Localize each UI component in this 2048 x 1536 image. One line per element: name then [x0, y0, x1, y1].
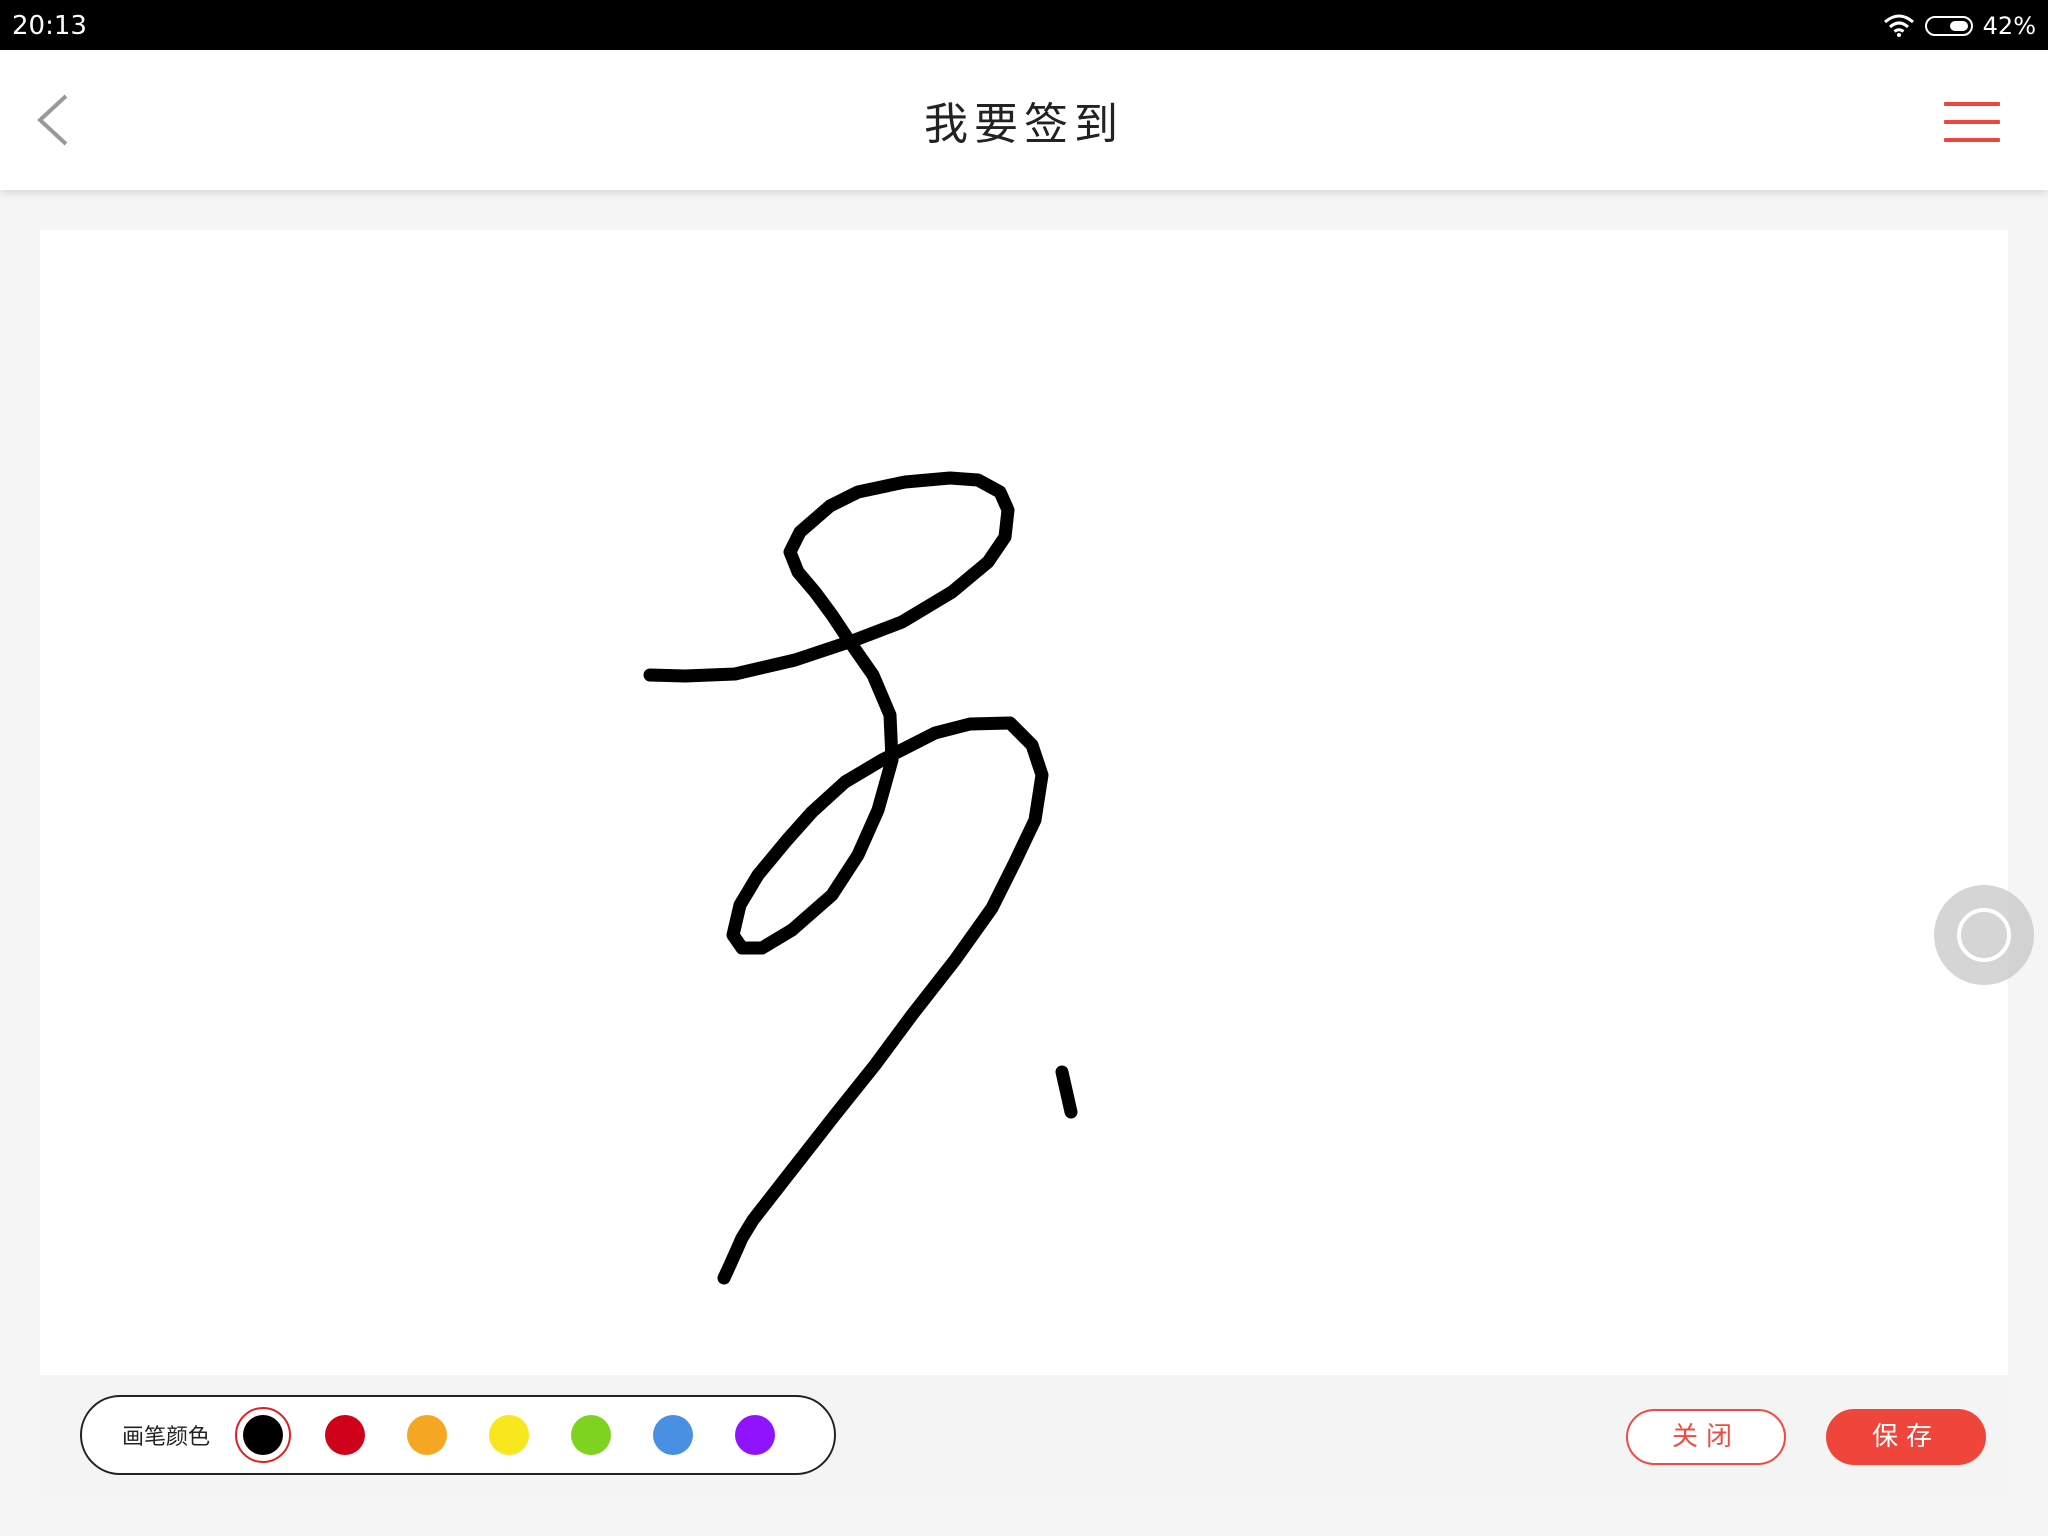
signature-stroke	[643, 471, 1078, 1285]
color-swatch-purple[interactable]	[714, 1405, 796, 1465]
color-swatch-green[interactable]	[550, 1405, 632, 1465]
wifi-icon	[1883, 14, 1914, 37]
battery-percent: 42%	[1982, 12, 2036, 40]
bottom-toolbar: 画笔颜色 关闭 保存	[40, 1375, 2008, 1495]
menu-button[interactable]	[1944, 102, 2000, 142]
status-bar: 20:13 42%	[0, 0, 2048, 50]
pen-color-palette: 画笔颜色	[80, 1395, 836, 1475]
signature-canvas[interactable]	[40, 230, 2008, 1375]
color-swatch-blue[interactable]	[632, 1405, 714, 1465]
battery-icon	[1924, 16, 1973, 36]
close-button[interactable]: 关闭	[1626, 1409, 1786, 1465]
pen-color-label: 画笔颜色	[122, 1425, 211, 1450]
circle-icon	[1957, 908, 2011, 962]
page-title: 我要签到	[924, 99, 1124, 150]
color-swatch-red[interactable]	[304, 1405, 386, 1465]
status-indicators: 42%	[1883, 10, 2036, 42]
floating-assist-button[interactable]	[1934, 885, 2034, 985]
app-header: 我要签到	[0, 50, 2048, 190]
save-button[interactable]: 保存	[1826, 1409, 1986, 1465]
menu-icon	[1944, 102, 2000, 142]
color-swatch-black[interactable]	[222, 1405, 304, 1465]
status-time: 20:13	[12, 11, 87, 41]
color-swatch-orange[interactable]	[386, 1405, 468, 1465]
color-swatch-yellow[interactable]	[468, 1405, 550, 1465]
